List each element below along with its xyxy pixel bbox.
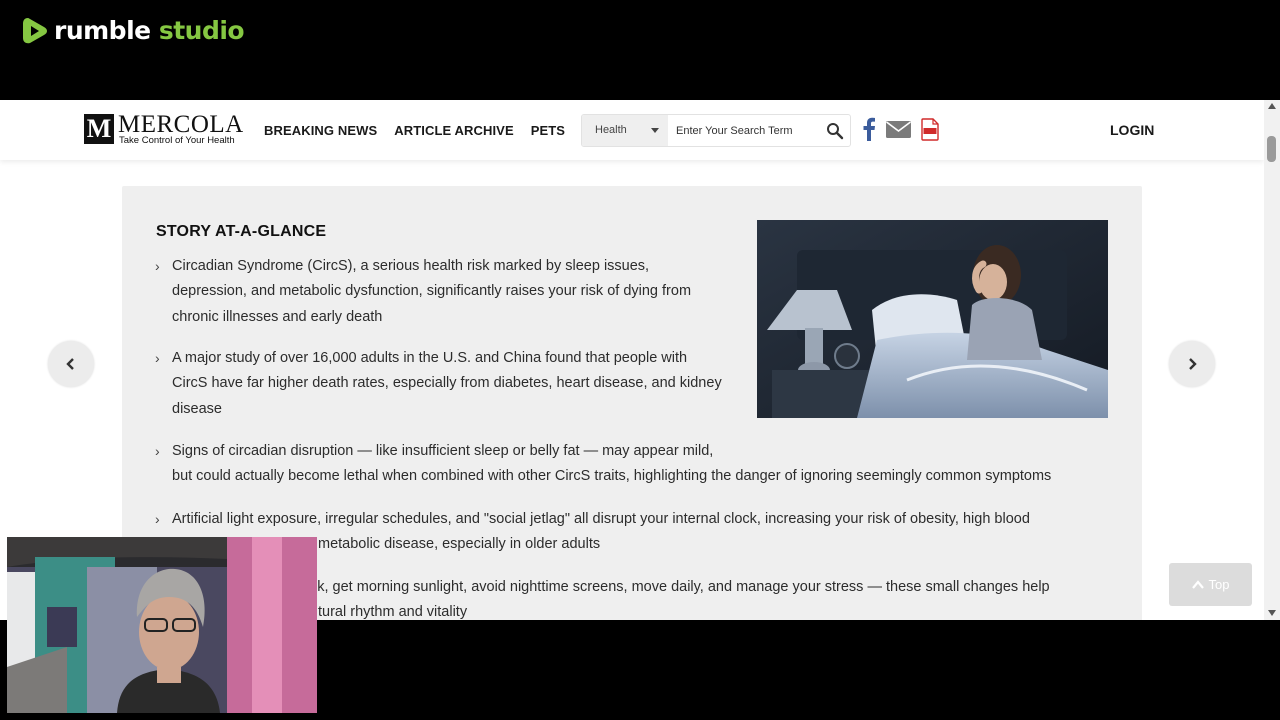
webcam-overlay [7,537,317,713]
mail-icon[interactable] [886,119,911,144]
sleepless-woman-image [757,220,1108,418]
chevron-left-icon [66,358,74,370]
list-item: › Signs of circadian disruption — like i… [155,439,1132,490]
chevron-right-icon: › [155,258,160,274]
back-to-top-button[interactable]: Top [1169,563,1252,606]
bullet-line: Circadian Syndrome (CircS), a serious he… [172,258,650,274]
list-item: ck, get morning sunlight, avoid nighttim… [172,575,1270,620]
scroll-down-arrow-icon[interactable] [1268,610,1276,616]
search-icon[interactable] [825,121,845,141]
pdf-icon[interactable] [921,117,940,146]
bullet-line: Artificial light exposure, irregular sch… [172,511,1030,527]
bullet-line: A major study of over 16,000 adults in t… [172,350,688,366]
rumble-studio-logo: rumble studio [22,14,245,48]
bullet-line: disease [172,400,222,417]
nav-breaking-news[interactable]: BREAKING NEWS [264,123,377,138]
search-category-value: Health [595,124,627,136]
chevron-right-icon: › [155,350,160,366]
vertical-scrollbar[interactable] [1264,100,1280,620]
chevron-right-icon: › [155,443,160,459]
story-image [757,220,1108,418]
site-header: M MERCOLA Take Control of Your Health BR… [0,100,1264,160]
chevron-right-icon [1189,358,1197,370]
search-bar: Health [581,114,851,147]
presenter-video [7,537,317,713]
next-slide-button[interactable] [1169,341,1215,387]
facebook-icon[interactable] [862,117,876,146]
scroll-thumb[interactable] [1267,136,1276,162]
search-category-select[interactable]: Health [582,115,668,146]
bullet-line: depression, and metabolic dysfunction, s… [172,283,692,300]
studio-word: studio [158,16,245,45]
rumble-word: rumble [54,16,151,45]
nav-pets[interactable]: PETS [531,123,565,138]
story-title: STORY AT-A-GLANCE [156,223,327,240]
bullet-line: ck, get morning sunlight, avoid nighttim… [310,579,1050,595]
bullet-line: but could actually become lethal when co… [172,468,1052,485]
screen: rumble studio M MERCOLA Take Control of … [0,0,1280,720]
chevron-down-icon [651,128,659,133]
mercola-logo[interactable]: M MERCOLA Take Control of Your Health [84,112,246,146]
bullet-line: chronic illnesses and early death [172,308,383,325]
logo-tagline: Take Control of Your Health [119,135,235,146]
previous-slide-button[interactable] [48,341,94,387]
bullet-line: tural rhythm and vitality [318,604,468,620]
social-links [862,117,940,146]
list-item: › Circadian Syndrome (CircS), a serious … [155,254,752,330]
bullet-line: Signs of circadian disruption — like ins… [172,443,714,459]
scroll-up-arrow-icon[interactable] [1268,103,1276,109]
rumble-wordmark: rumble studio [54,14,245,48]
search-input[interactable] [670,115,832,146]
nav-article-archive[interactable]: ARTICLE ARCHIVE [394,123,513,138]
login-link[interactable]: LOGIN [1110,100,1154,160]
logo-letter: M [84,114,114,144]
list-item: › A major study of over 16,000 adults in… [155,346,752,422]
main-nav: BREAKING NEWS ARTICLE ARCHIVE PETS [264,100,565,160]
top-label: Top [1208,577,1230,592]
chevron-up-icon [1191,563,1204,606]
rumble-play-icon [23,18,47,44]
chevron-right-icon: › [155,511,160,527]
bullet-line: CircS have far higher death rates, espec… [172,375,722,392]
